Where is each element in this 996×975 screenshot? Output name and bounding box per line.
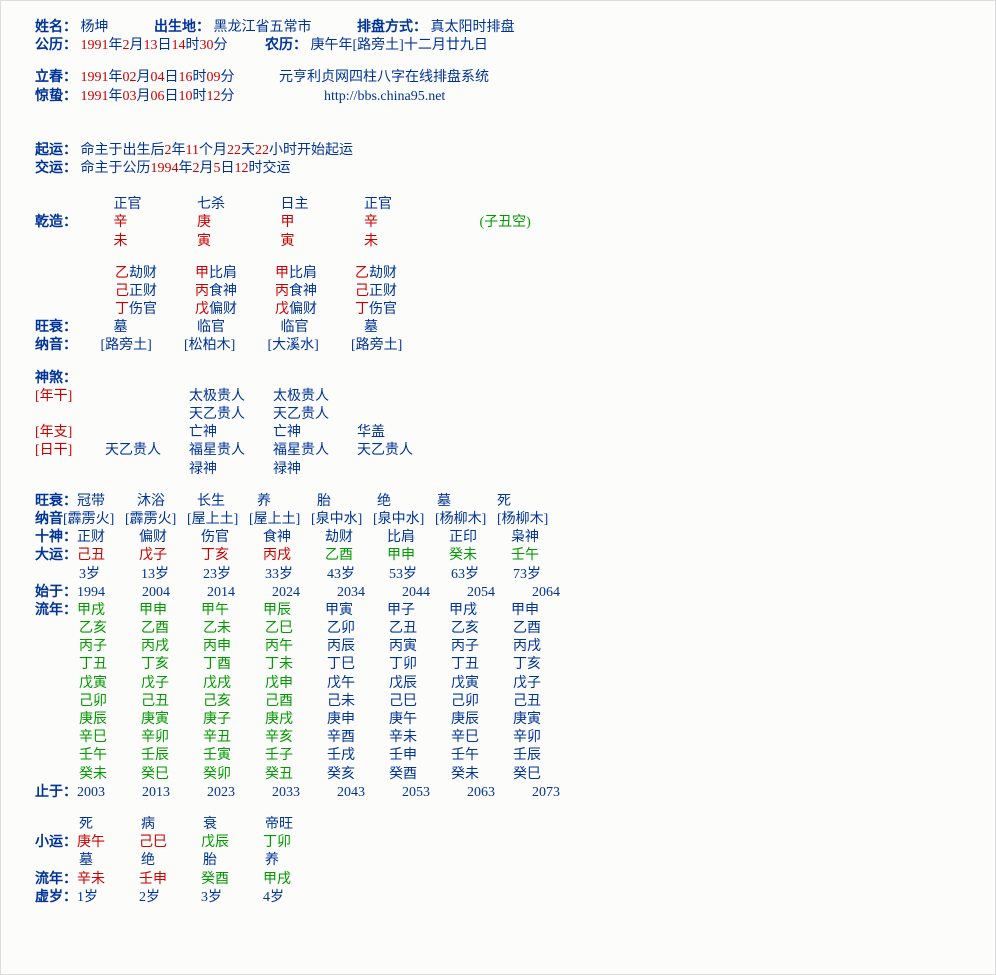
dayun-dy: 大运：己丑戊子丁亥丙戌乙酉甲申癸未壬午 (35, 547, 961, 565)
pillar-wangshuai: 旺衰： 墓 临官 临官 墓 (35, 319, 961, 337)
shensha-title: 神煞： (35, 371, 77, 386)
row-jingzhe: 惊蛰： 1991年03月06日10时12分 http://bbs.china95… (35, 88, 961, 106)
dayun-ny: 纳音[霹雳火][霹雳火][屋上土][屋上土][泉中水][泉中水][杨柳木][杨柳… (35, 511, 961, 529)
dayun-ws: 旺衰：冠带沐浴长生养胎绝墓死 (35, 493, 961, 511)
dayun-age: 3岁13岁23岁33岁43岁53岁63岁73岁 (35, 566, 961, 584)
hidden-stem-rows: 乙劫财甲比肩甲比肩乙劫财己正财丙食神丙食神己正财丁伤官戊偏财戊偏财丁伤官 (35, 265, 961, 320)
row-lichun: 立春： 1991年02月04日16时09分 元亨利贞网四柱八字在线排盘系统 (35, 69, 961, 87)
row-solar: 公历： 1991年2月13日14时30分 农历： 庚午年[路旁土]十二月廿九日 (35, 37, 961, 55)
site1: 元亨利贞网四柱八字在线排盘系统 (279, 70, 489, 85)
pillar-nayin: 纳音： [路旁土] [松柏木] [大溪水] [路旁土] (35, 337, 961, 355)
pillar-branches: 未 寅 寅 未 (35, 233, 961, 251)
xy-xy: 小运：庚午己巳戊辰丁卯 (35, 834, 961, 852)
mode: 真太阳时排盘 (431, 20, 515, 35)
xy-st: 墓绝胎养 (35, 852, 961, 870)
pillar-stems: 乾造： 辛 庚 甲 辛 (子丑空) (35, 214, 961, 232)
row-name: 姓名： 杨坤 出生地： 黑龙江省五常市 排盘方式： 真太阳时排盘 (35, 19, 961, 37)
shensha-rows: [年干]太极贵人太极贵人天乙贵人天乙贵人[年支]亡神亡神华盖[日干]天乙贵人福星… (35, 388, 961, 479)
dayun-sg: 十神：正财偏财伤官食神劫财比肩正印枭神 (35, 529, 961, 547)
void: (子丑空) (480, 215, 531, 230)
dayun-end: 止于：20032013202320332043205320632073 (35, 784, 961, 802)
site-link[interactable]: http://bbs.china95.net (324, 89, 445, 104)
row-qiyun: 起运： 命主于出生后2年11个月22天22小时开始起运 (35, 142, 961, 160)
xy-ws: 死病衰帝旺 (35, 816, 961, 834)
xy-xs: 虚岁：1岁2岁3岁4岁 (35, 889, 961, 907)
row-jiaoyun: 交运： 命主于公历1994年2月5日12时交运 (35, 160, 961, 178)
pillar-tengods: 正官 七杀 日主 正官 (35, 196, 961, 214)
lunar: 庚午年[路旁土]十二月廿九日 (311, 38, 488, 53)
name: 杨坤 (81, 19, 151, 37)
dayun-start: 始于：19942004201420242034204420542064 (35, 584, 961, 602)
birthplace: 黑龙江省五常市 (214, 19, 354, 37)
liunian-rows: 流年：甲戌甲申甲午甲辰甲寅甲子甲戌甲申乙亥乙酉乙未乙巳乙卯乙丑乙亥乙酉丙子丙戌丙… (35, 602, 961, 784)
xy-ln: 流年：辛未壬申癸酉甲戌 (35, 871, 961, 889)
